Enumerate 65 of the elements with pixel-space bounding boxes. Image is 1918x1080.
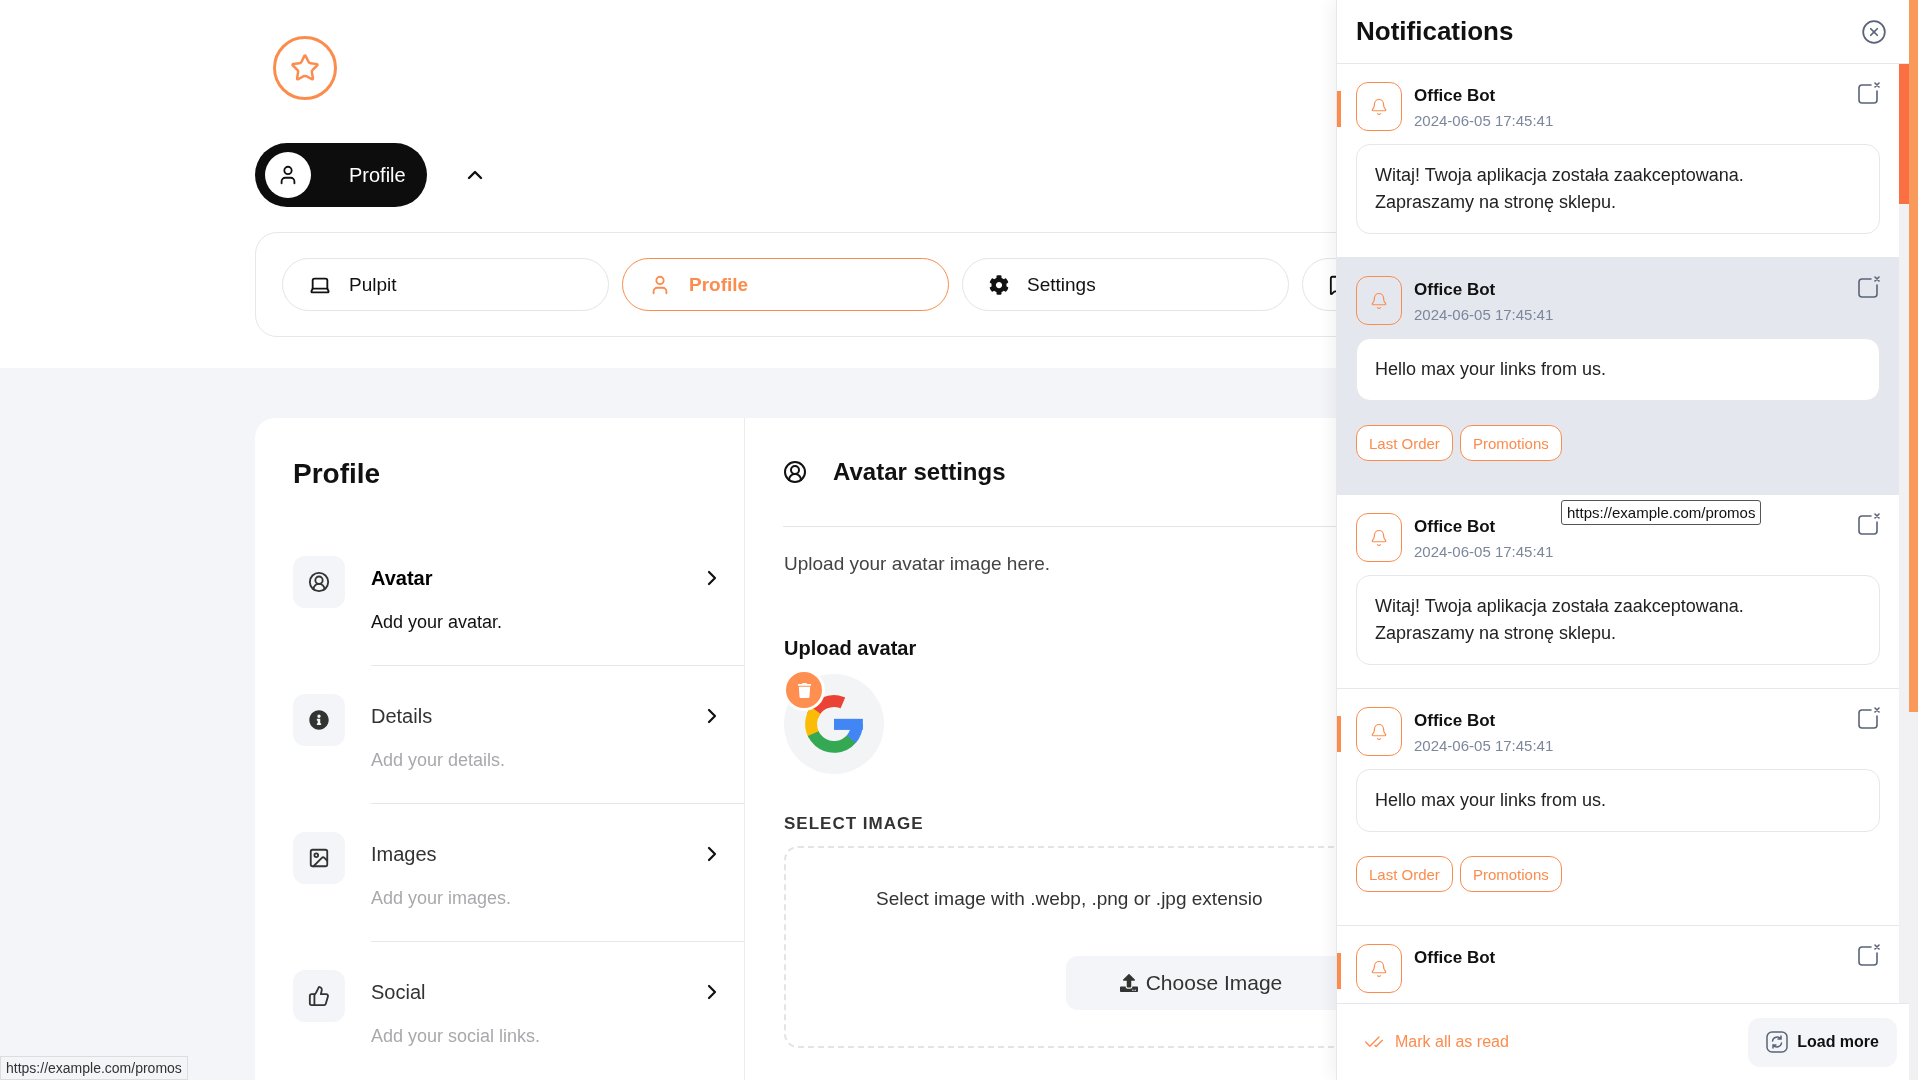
notification-date: 2024-06-05 17:45:41 — [1414, 112, 1555, 129]
sender-name: Office Bot — [1414, 711, 1497, 731]
status-bar-url: https://example.com/promos — [0, 1056, 188, 1080]
star-logo-icon — [273, 36, 337, 100]
menu-item-title[interactable]: Details — [371, 704, 433, 728]
notification-item[interactable]: Office Bot 2024-06-05 17:45:41 Witaj! Twoja aplikacja została zaakceptowana. Zapraszamy na stronę sklepu. — [1337, 64, 1899, 258]
scrollbar-thumb[interactable] — [1899, 64, 1909, 204]
bell-icon — [1356, 707, 1402, 756]
nav-tab[interactable]: Settings — [962, 258, 1289, 311]
info-icon — [309, 710, 329, 730]
dismiss-icon[interactable] — [1856, 276, 1880, 300]
bell-icon — [1356, 276, 1402, 325]
notification-date: 2024-06-05 17:45:41 — [1414, 306, 1555, 323]
user-circle-icon — [783, 460, 807, 484]
bell-icon — [1356, 82, 1402, 131]
close-button[interactable] — [1861, 18, 1887, 45]
menu-item-description: Add your details. — [371, 750, 507, 771]
trash-icon — [796, 682, 812, 698]
sender-name: Office Bot — [1414, 948, 1497, 968]
page-scrollbar-thumb[interactable] — [1909, 0, 1918, 712]
panel-title: Notifications — [1356, 16, 1514, 47]
notification-message: Witaj! Twoja aplikacja została zaakceptowana. Zapraszamy na stronę sklepu. — [1356, 575, 1880, 665]
upload-icon — [1119, 974, 1138, 992]
close-icon — [1861, 18, 1887, 45]
image-icon — [308, 847, 330, 869]
menu-item-title[interactable]: Avatar — [371, 566, 433, 590]
dismiss-icon[interactable] — [1856, 944, 1880, 968]
notification-item[interactable]: Office Bot 2024-06-05 17:45:41 Hello max your links from us. Last Order Promotions — [1337, 689, 1899, 926]
section-description: Upload your avatar image here. — [784, 553, 1052, 575]
select-image-label: SELECT IMAGE — [784, 814, 925, 834]
user-circle-icon — [308, 571, 330, 593]
menu-item-description: Add your social links. — [371, 1026, 542, 1047]
bell-icon — [1356, 944, 1402, 993]
load-more-button[interactable]: Load more — [1748, 1017, 1897, 1067]
user-avatar-icon — [265, 152, 311, 198]
notification-message: Hello max your links from us. — [1356, 338, 1880, 401]
notification-date: 2024-06-05 17:45:41 — [1414, 543, 1555, 560]
notification-message: Hello max your links from us. — [1356, 769, 1880, 832]
profile-menu-button[interactable]: Profile — [255, 143, 427, 207]
sender-name: Office Bot — [1414, 517, 1497, 537]
sender-name: Office Bot — [1414, 280, 1497, 300]
menu-item-description: Add your images. — [371, 888, 513, 909]
dropzone[interactable]: Select image with .webp, .png or .jpg extensio Choose Image — [784, 846, 1336, 1048]
profile-menu-label: Profile — [349, 163, 406, 187]
nav-tab[interactable]: Pulpit — [282, 258, 609, 311]
choose-image-button[interactable]: Choose Image — [1066, 956, 1336, 1010]
notification-date: 2024-06-05 17:45:41 — [1414, 737, 1555, 754]
section-title: Avatar settings — [833, 458, 1006, 486]
dismiss-icon[interactable] — [1856, 707, 1880, 731]
menu-item-title[interactable]: Social — [371, 980, 426, 1004]
dropzone-text: Select image with .webp, .png or .jpg extensio — [876, 888, 1263, 910]
upload-heading: Upload avatar — [784, 637, 918, 660]
gear-icon — [989, 274, 1009, 295]
menu-item-description: Add your avatar. — [371, 612, 504, 633]
bell-icon — [1356, 513, 1402, 562]
link-tooltip: https://example.com/promos — [1561, 500, 1762, 525]
profile-heading: Profile — [293, 458, 382, 490]
notification-item[interactable]: Office Bot 2024-06-05 17:45:41 Hello max your links from us. Last Order Promotions — [1337, 258, 1899, 495]
dismiss-icon[interactable] — [1856, 513, 1880, 537]
menu-item-title[interactable]: Images — [371, 842, 437, 866]
refresh-icon — [1766, 1031, 1789, 1053]
dismiss-icon[interactable] — [1856, 82, 1880, 106]
sender-name: Office Bot — [1414, 86, 1497, 106]
notification-message: Witaj! Twoja aplikacja została zaakceptowana. Zapraszamy na stronę sklepu. — [1356, 144, 1880, 234]
thumbs-up-icon — [308, 985, 330, 1007]
